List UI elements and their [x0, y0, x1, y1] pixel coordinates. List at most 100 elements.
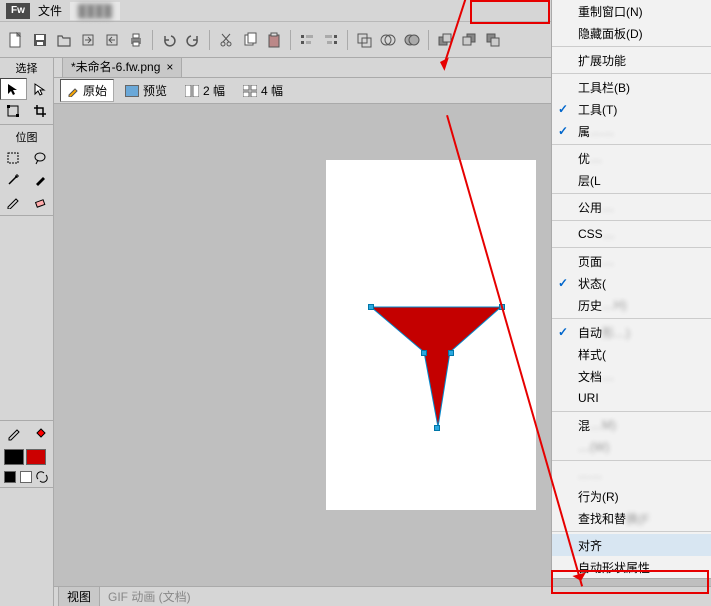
pencil-tool[interactable]	[0, 191, 27, 213]
align-left-icon[interactable]	[295, 28, 319, 52]
window-menu-item[interactable]: …(W)	[552, 436, 711, 458]
canvas[interactable]	[326, 160, 536, 510]
menu-item-label: 隐藏面板(D)	[578, 25, 643, 42]
close-tab-icon[interactable]: ×	[166, 60, 173, 74]
menu-item-tail: …(W)	[578, 440, 609, 454]
menu-item-label: 属	[578, 123, 590, 140]
window-menu-item[interactable]: 工具栏(B)	[552, 76, 711, 98]
window-menu-item[interactable]: 对齐	[552, 534, 711, 556]
window-menu-item[interactable]: CSS…	[552, 223, 711, 245]
import-icon[interactable]	[76, 28, 100, 52]
marquee-tool[interactable]	[0, 147, 27, 169]
pathfinder-icon-3[interactable]	[400, 28, 424, 52]
menu-blurred-1[interactable]: ████	[70, 2, 120, 20]
window-menu-item[interactable]: URI	[552, 387, 711, 409]
pointer-tool[interactable]	[0, 78, 27, 100]
window-menu-item[interactable]: 层(L	[552, 169, 711, 191]
window-menu-item[interactable]: ✓属……	[552, 120, 711, 142]
vector-tool-13[interactable]	[0, 389, 27, 411]
vector-tool-2[interactable]	[27, 218, 54, 240]
window-menu-item[interactable]: ……	[552, 463, 711, 485]
vector-tool-14[interactable]	[27, 389, 54, 411]
window-menu-item[interactable]: ✓自动形…)	[552, 321, 711, 343]
pathfinder-icon-2[interactable]	[376, 28, 400, 52]
eyedropper-tool[interactable]	[0, 423, 27, 445]
arrange-backward-icon[interactable]	[481, 28, 505, 52]
window-menu-item[interactable]: 重制窗口(N)	[552, 0, 711, 22]
document-tab[interactable]: *未命名-6.fw.png ×	[62, 58, 182, 77]
paste-icon[interactable]	[262, 28, 286, 52]
copy-icon[interactable]	[238, 28, 262, 52]
handle-mr[interactable]	[448, 350, 454, 356]
handle-b[interactable]	[434, 425, 440, 431]
white-swatch[interactable]	[20, 471, 32, 483]
cut-icon[interactable]	[214, 28, 238, 52]
vector-tool-6[interactable]	[27, 275, 54, 297]
vector-tool-7[interactable]	[0, 304, 27, 326]
window-menu-dropdown: 重制窗口(N) 隐藏面板(D) 扩展功能工具栏(B)✓工具(T)✓属…… 优…层(L 公…	[551, 0, 711, 579]
footer-view-label[interactable]: 视图	[58, 586, 100, 606]
vector-tool-8[interactable]	[27, 304, 54, 326]
window-menu-item[interactable]: 查找和替换(F	[552, 507, 711, 529]
window-menu-item[interactable]: 历史…H)	[552, 294, 711, 316]
black-swatch[interactable]	[4, 471, 16, 483]
tool-panel: 选择 位图	[0, 58, 54, 606]
view-preview[interactable]: 预览	[118, 79, 174, 102]
window-menu-item[interactable]: ✓状态(	[552, 272, 711, 294]
vector-tool-5[interactable]	[0, 275, 27, 297]
redo-icon[interactable]	[181, 28, 205, 52]
vector-tool-3[interactable]	[0, 247, 27, 269]
vector-tool-10[interactable]	[27, 332, 54, 354]
arrange-back-icon[interactable]	[457, 28, 481, 52]
window-menu-item[interactable]: 文档…	[552, 365, 711, 387]
arrange-front-icon[interactable]	[433, 28, 457, 52]
handle-tl[interactable]	[368, 304, 374, 310]
pathfinder-icon-1[interactable]	[352, 28, 376, 52]
swap-colors-icon[interactable]	[36, 471, 48, 483]
save-icon[interactable]	[28, 28, 52, 52]
view-4up[interactable]: 4 幅	[236, 79, 290, 102]
stroke-color-swatch[interactable]	[4, 449, 24, 465]
menu-separator	[552, 531, 711, 532]
vector-tool-1[interactable]	[0, 218, 27, 240]
window-menu-item[interactable]: 优…	[552, 147, 711, 169]
undo-icon[interactable]	[157, 28, 181, 52]
view-2up[interactable]: 2 幅	[178, 79, 232, 102]
bucket-tool[interactable]	[27, 423, 54, 445]
subselect-tool[interactable]	[27, 78, 54, 100]
view-original[interactable]: 原始	[60, 79, 114, 102]
window-menu-item[interactable]: 扩展功能	[552, 49, 711, 71]
export-icon[interactable]	[100, 28, 124, 52]
wand-tool[interactable]	[0, 169, 27, 191]
menu-separator	[552, 73, 711, 74]
menu-file[interactable]: 文件	[30, 0, 70, 21]
vector-tool-11[interactable]	[0, 361, 27, 383]
crop-tool[interactable]	[27, 100, 54, 122]
window-menu-item[interactable]: 页面…	[552, 250, 711, 272]
open-icon[interactable]	[52, 28, 76, 52]
new-file-icon[interactable]	[4, 28, 28, 52]
window-menu-item[interactable]: 自动形状属性	[552, 556, 711, 578]
window-menu-item[interactable]: 样式(	[552, 343, 711, 365]
brush-tool[interactable]	[27, 169, 54, 191]
window-menu-item[interactable]: 公用…	[552, 196, 711, 218]
fill-color-swatch[interactable]	[26, 449, 46, 465]
window-menu-item[interactable]: 行为(R)	[552, 485, 711, 507]
eraser-tool[interactable]	[27, 191, 54, 213]
scale-tool[interactable]	[0, 100, 27, 122]
vector-tool-9[interactable]	[0, 332, 27, 354]
handle-tr[interactable]	[499, 304, 505, 310]
align-icon-2[interactable]	[319, 28, 343, 52]
window-menu-item[interactable]: 混…M)	[552, 414, 711, 436]
menu-separator	[552, 318, 711, 319]
print-icon[interactable]	[124, 28, 148, 52]
window-menu-item[interactable]: ✓工具(T)	[552, 98, 711, 120]
handle-ml[interactable]	[421, 350, 427, 356]
vector-tool-4[interactable]	[27, 247, 54, 269]
window-menu-item[interactable]: 隐藏面板(D)	[552, 22, 711, 44]
menu-item-label: 公用	[578, 199, 602, 216]
vector-tool-12[interactable]	[27, 361, 54, 383]
menu-item-tail: …	[603, 227, 615, 241]
lasso-tool[interactable]	[27, 147, 54, 169]
selected-shape[interactable]	[366, 302, 506, 432]
